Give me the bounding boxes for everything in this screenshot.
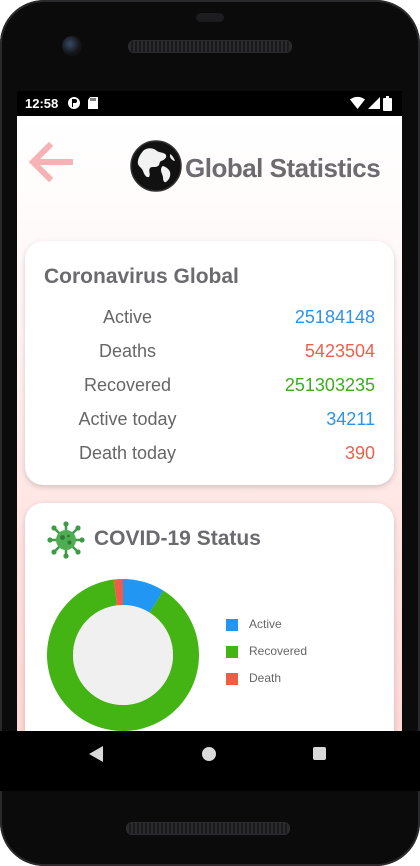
stat-value: 5423504 [304, 341, 375, 361]
legend-label: Active [249, 617, 282, 631]
stat-label: Recovered [83, 375, 172, 395]
stat-row-deaths: Deaths 5423504 [25, 341, 394, 371]
front-camera [62, 36, 82, 56]
phone-frame: 12:58 Global Statistics Coronavirus Glob… [0, 0, 420, 866]
page-title: Global Statistics [185, 153, 381, 183]
global-card-title: Coronavirus Global [44, 265, 239, 288]
virus-icon [47, 521, 85, 559]
earpiece-grille [128, 40, 292, 53]
back-arrow-icon[interactable] [27, 141, 77, 183]
stat-value: 251303235 [284, 375, 375, 395]
donut-hole [73, 605, 173, 705]
stat-value: 390 [344, 443, 375, 463]
nav-home-icon[interactable] [202, 747, 216, 761]
legend-swatch [226, 673, 238, 685]
covid-donut-chart [47, 579, 200, 731]
stat-row-active: Active 25184148 [25, 307, 394, 337]
stat-row-recovered: Recovered 251303235 [25, 375, 394, 405]
stat-label: Death today [78, 443, 177, 463]
stat-value: 25184148 [294, 307, 375, 327]
legend-swatch [226, 619, 238, 631]
app-content: Global Statistics Coronavirus Global Act… [17, 116, 402, 731]
globe-icon [130, 140, 182, 192]
wifi-icon [350, 96, 365, 113]
notification-icon [67, 96, 81, 113]
status-time: 12:58 [25, 96, 59, 111]
covid-status-card: COVID-19 Status Active Recovered Death [25, 503, 394, 731]
bottom-speaker-grille [126, 822, 290, 835]
stat-label: Deaths [98, 341, 157, 361]
stat-row-death-today: Death today 390 [25, 443, 394, 473]
battery-icon [383, 96, 392, 114]
legend-label: Death [249, 671, 282, 685]
nav-back-icon[interactable] [89, 746, 104, 767]
stat-label: Active today [78, 409, 177, 429]
global-stats-card: Coronavirus Global Active 25184148 Death… [25, 241, 394, 485]
screen: 12:58 Global Statistics Coronavirus Glob… [17, 91, 402, 731]
speaker-top [196, 13, 224, 22]
sd-card-icon [87, 96, 99, 113]
status-bar: 12:58 [17, 91, 402, 116]
stat-label: Active [102, 307, 153, 327]
nav-recents-icon[interactable] [313, 747, 326, 760]
android-nav-bar [0, 731, 420, 791]
stat-row-active-today: Active today 34211 [25, 409, 394, 439]
status-card-title: COVID-19 Status [94, 527, 261, 550]
legend-label: Recovered [249, 644, 308, 658]
signal-icon [367, 96, 380, 113]
stat-value: 34211 [326, 409, 375, 429]
legend-swatch [226, 646, 238, 658]
